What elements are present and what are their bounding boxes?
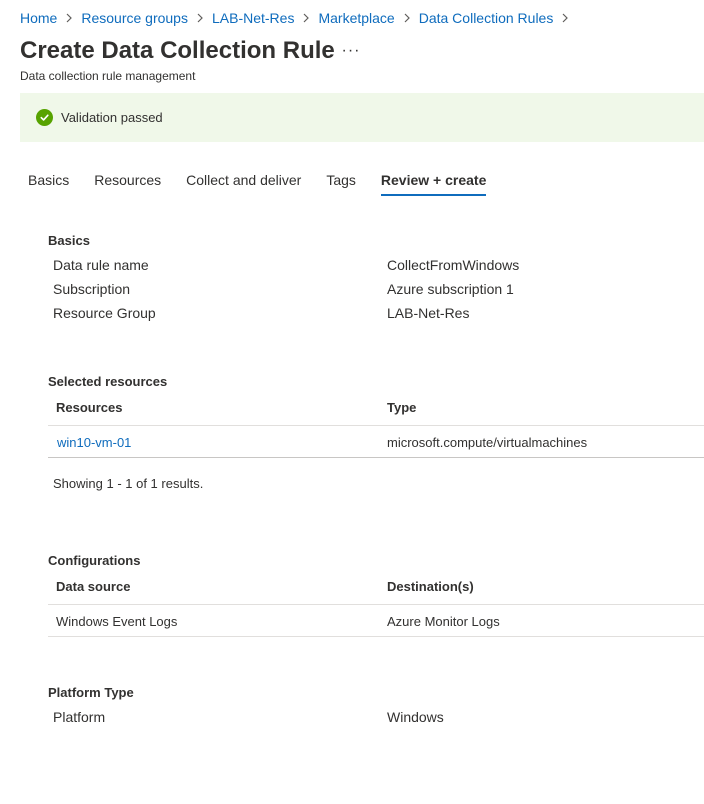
subscription-label: Subscription	[53, 281, 131, 297]
page-subtitle: Data collection rule management	[20, 69, 196, 83]
validation-banner: Validation passed	[20, 93, 704, 142]
chevron-right-icon	[561, 13, 569, 23]
configurations-section-title: Configurations	[48, 553, 141, 568]
resources-column-header: Resources	[56, 400, 123, 415]
chevron-right-icon	[196, 13, 204, 23]
table-divider	[48, 636, 704, 637]
table-divider	[48, 425, 704, 426]
results-count-text: Showing 1 - 1 of 1 results.	[53, 476, 204, 491]
data-rule-name-label: Data rule name	[53, 257, 149, 273]
data-rule-name-value: CollectFromWindows	[387, 257, 520, 273]
resource-group-label: Resource Group	[53, 305, 156, 321]
table-divider	[48, 457, 704, 458]
breadcrumb-data-collection-rules[interactable]: Data Collection Rules	[419, 10, 554, 26]
breadcrumb-marketplace[interactable]: Marketplace	[318, 10, 394, 26]
breadcrumb-resource-groups[interactable]: Resource groups	[81, 10, 188, 26]
type-column-header: Type	[387, 400, 417, 415]
tab-tags[interactable]: Tags	[326, 172, 356, 196]
tab-resources[interactable]: Resources	[94, 172, 161, 196]
selected-resources-section-title: Selected resources	[48, 374, 168, 389]
wizard-tabs: Basics Resources Collect and deliver Tag…	[28, 172, 511, 196]
tab-review-create[interactable]: Review + create	[380, 172, 487, 196]
chevron-right-icon	[403, 13, 411, 23]
resource-link-win10-vm-01[interactable]: win10-vm-01	[57, 435, 131, 450]
platform-type-section-title: Platform Type	[48, 685, 134, 700]
platform-label: Platform	[53, 709, 106, 725]
breadcrumb: Home Resource groups LAB-Net-Res Marketp…	[20, 10, 577, 26]
chevron-right-icon	[302, 13, 310, 23]
more-options-button[interactable]: ···	[340, 38, 362, 64]
data-source-value: Windows Event Logs	[56, 614, 178, 629]
subscription-value: Azure subscription 1	[387, 281, 514, 297]
validation-message: Validation passed	[61, 110, 163, 125]
breadcrumb-home[interactable]: Home	[20, 10, 57, 26]
breadcrumb-lab-net-res[interactable]: LAB-Net-Res	[212, 10, 294, 26]
resource-type-value: microsoft.compute/virtualmachines	[387, 435, 588, 450]
tab-basics[interactable]: Basics	[28, 172, 69, 196]
page-title: Create Data Collection Rule	[20, 37, 335, 64]
data-source-column-header: Data source	[56, 579, 131, 594]
destination-value: Azure Monitor Logs	[387, 614, 500, 629]
success-check-icon	[36, 109, 53, 126]
basics-section-title: Basics	[48, 233, 90, 248]
resource-group-value: LAB-Net-Res	[387, 305, 470, 321]
tab-collect-and-deliver[interactable]: Collect and deliver	[186, 172, 301, 196]
chevron-right-icon	[65, 13, 73, 23]
platform-value: Windows	[387, 709, 444, 725]
destinations-column-header: Destination(s)	[387, 579, 474, 594]
table-divider	[48, 604, 704, 605]
